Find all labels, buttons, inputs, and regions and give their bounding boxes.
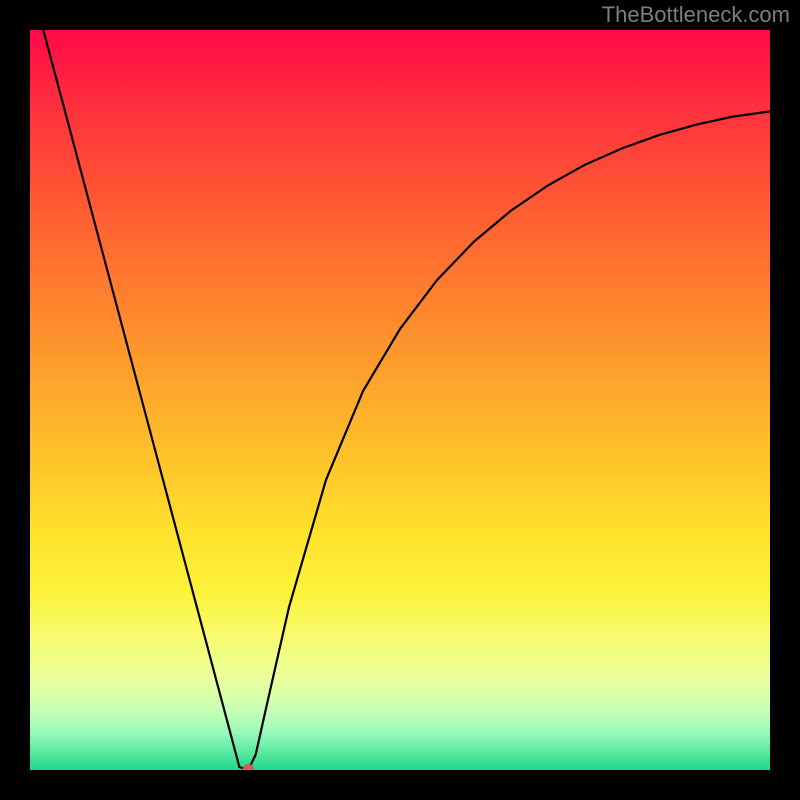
optimal-marker-dot xyxy=(242,764,254,770)
chart-container: TheBottleneck.com xyxy=(0,0,800,800)
curve-svg xyxy=(30,30,770,770)
plot-area xyxy=(30,30,770,770)
watermark-text: TheBottleneck.com xyxy=(602,2,790,28)
bottleneck-curve-path xyxy=(43,30,770,770)
